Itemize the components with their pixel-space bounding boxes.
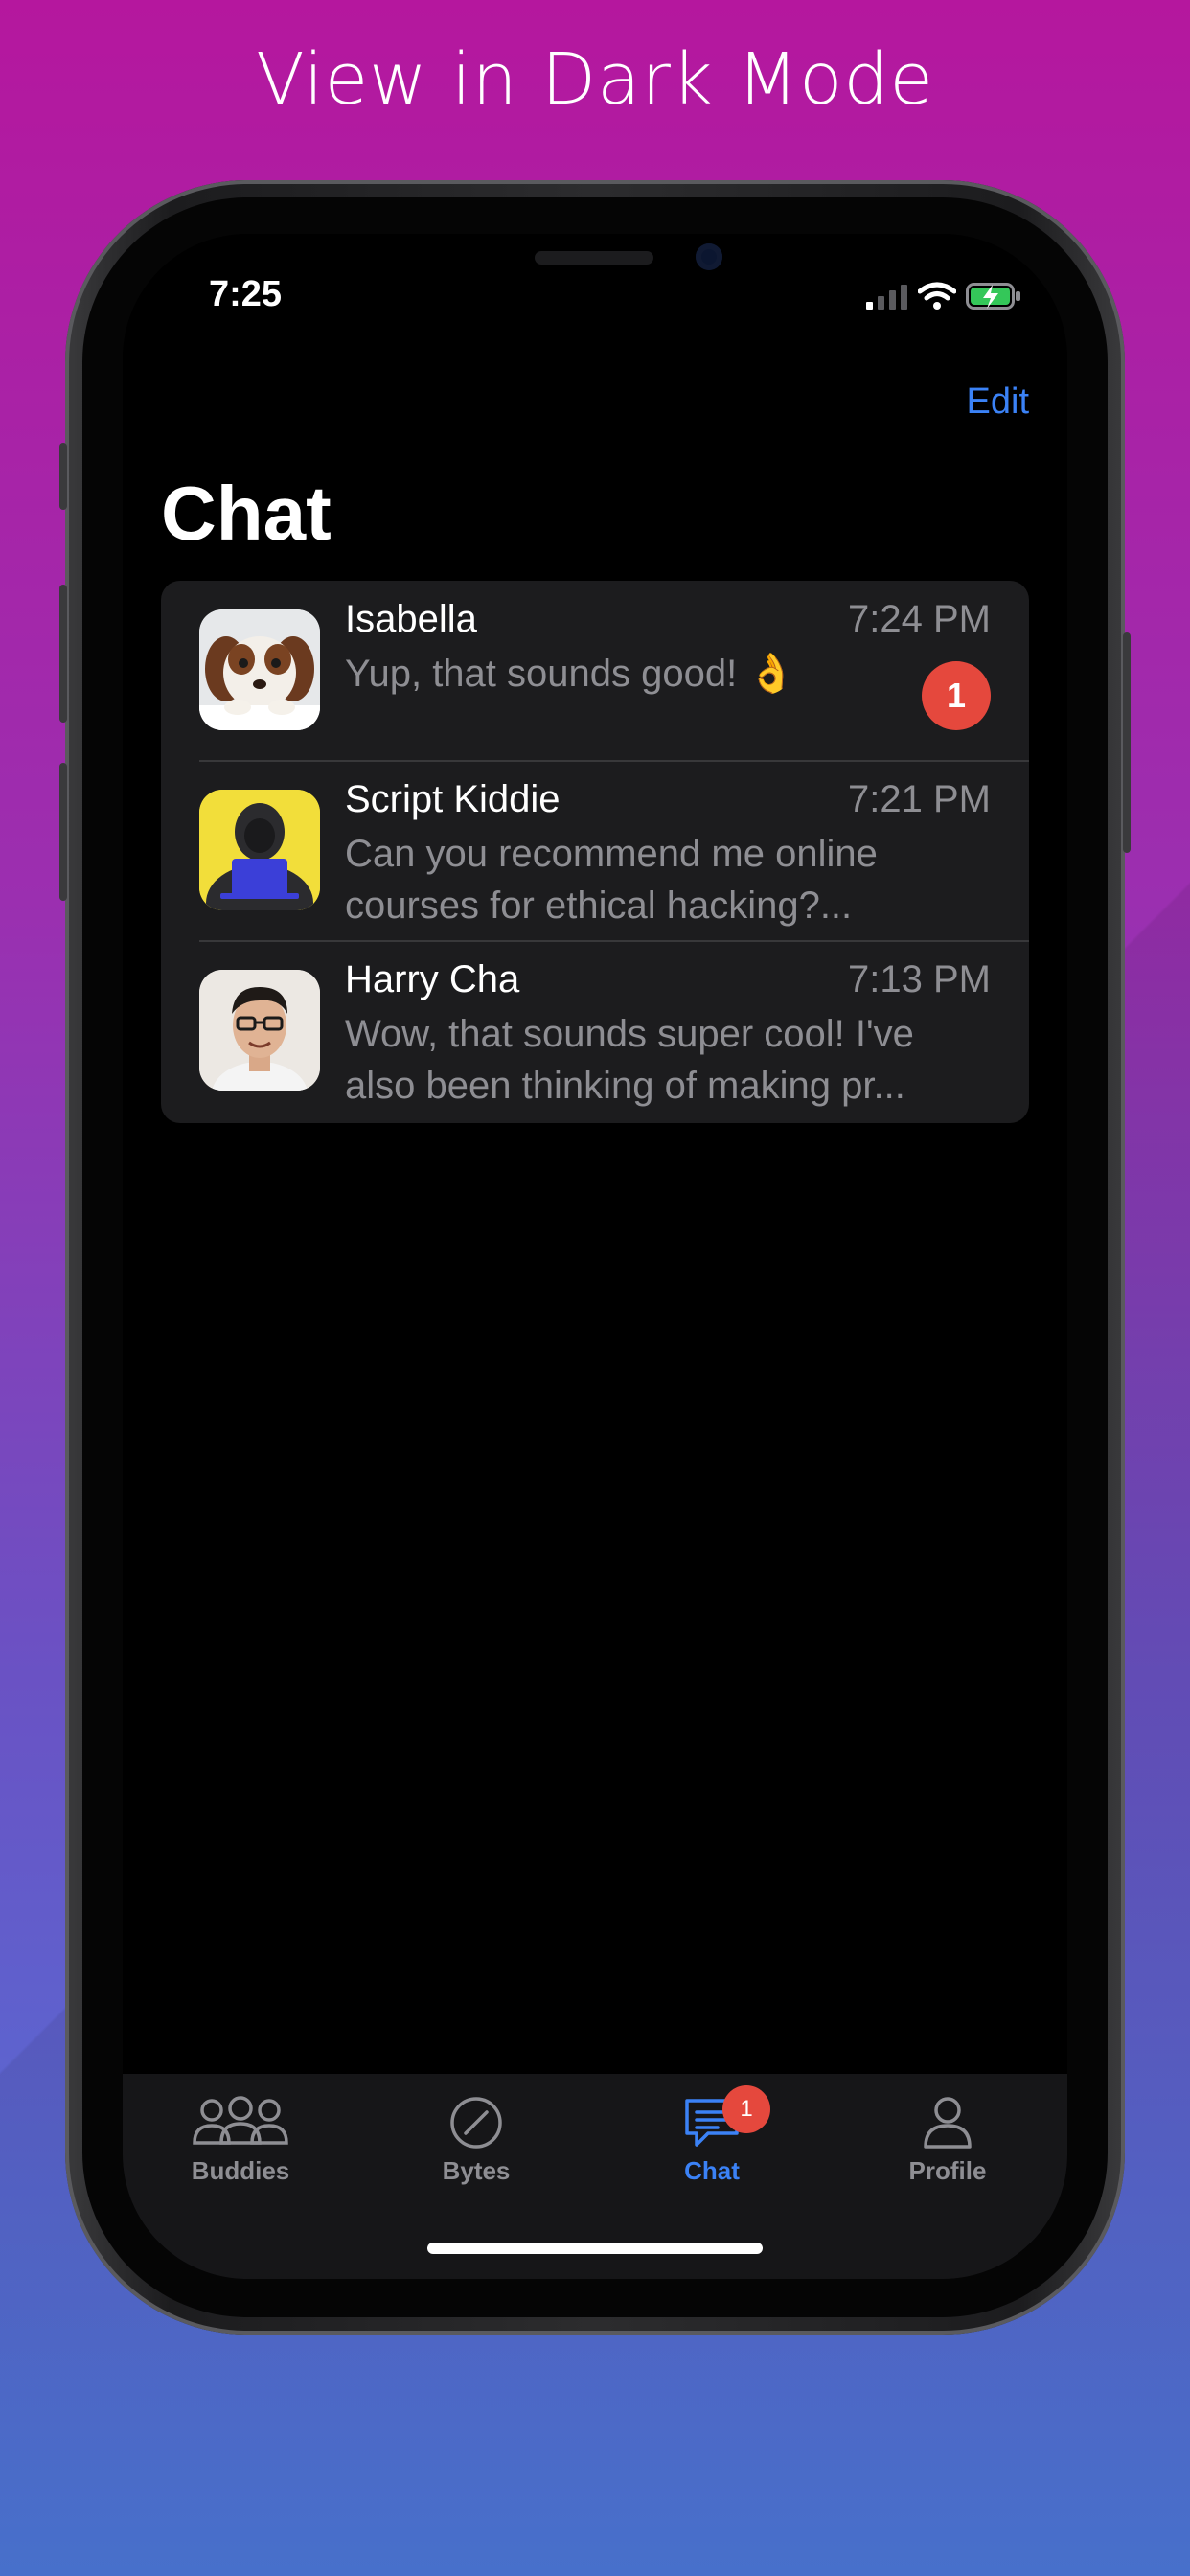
chat-row-isabella[interactable]: Isabella 7:24 PM Yup, that sounds good! … [161, 581, 1029, 761]
chat-preview: Can you recommend me online courses for … [345, 833, 878, 927]
tab-buddies[interactable]: Buddies [123, 2074, 358, 2198]
phone-screen: 7:25 Edit Chat Isabella 7:24 PM Yup, tha… [123, 234, 1067, 2279]
side-button [59, 443, 67, 510]
power-button [1123, 632, 1131, 853]
chat-name: Isabella [345, 598, 477, 640]
person-icon [924, 2097, 972, 2149]
puppy-avatar [199, 610, 320, 730]
tab-bytes[interactable]: Bytes [358, 2074, 594, 2198]
chat-preview: Yup, that sounds good! 👌 [345, 653, 796, 695]
tab-label: Buddies [191, 2156, 290, 2185]
chat-name: Harry Cha [345, 958, 520, 1000]
buddies-icon [193, 2096, 288, 2145]
cellular-signal-icon [866, 285, 907, 310]
promo-headline: View in Dark Mode [256, 38, 934, 121]
hacker-avatar [199, 790, 320, 910]
puppy-avatar-image [199, 610, 320, 730]
chat-time: 7:13 PM [848, 958, 991, 1000]
front-camera [696, 243, 722, 270]
tab-label: Bytes [442, 2156, 511, 2185]
compass-icon [450, 2097, 502, 2149]
status-icons [866, 280, 1021, 312]
tab-label: Profile [908, 2156, 987, 2185]
person-avatar [199, 970, 320, 1091]
person-avatar-image [199, 970, 320, 1091]
chat-name: Script Kiddie [345, 778, 561, 820]
home-indicator[interactable] [427, 2242, 763, 2254]
battery-charging-icon [966, 283, 1020, 310]
chat-row-script-kiddie[interactable]: Script Kiddie 7:21 PM Can you recommend … [161, 761, 1029, 941]
chat-list: Isabella 7:24 PM Yup, that sounds good! … [161, 581, 1029, 1123]
chat-row-harry-cha[interactable]: Harry Cha 7:13 PM Wow, that sounds super… [161, 941, 1029, 1121]
tab-chat[interactable]: 1 Chat [594, 2074, 830, 2198]
status-time: 7:25 [209, 274, 283, 314]
tab-badge: 1 [722, 2085, 770, 2133]
chat-time: 7:24 PM [848, 598, 991, 640]
tab-profile[interactable]: Profile [830, 2074, 1065, 2198]
edit-button[interactable]: Edit [967, 381, 1029, 423]
volume-up-button [59, 585, 67, 723]
volume-down-button [59, 763, 67, 901]
chat-time: 7:21 PM [848, 778, 991, 820]
speaker-grille [535, 251, 653, 264]
notch [353, 234, 837, 305]
chat-preview: Wow, that sounds super cool! I've also b… [345, 1013, 914, 1107]
hacker-avatar-image [199, 790, 320, 910]
tab-label: Chat [684, 2156, 740, 2185]
unread-badge: 1 [922, 661, 991, 730]
page-title: Chat [161, 471, 332, 556]
wifi-icon [918, 282, 956, 310]
